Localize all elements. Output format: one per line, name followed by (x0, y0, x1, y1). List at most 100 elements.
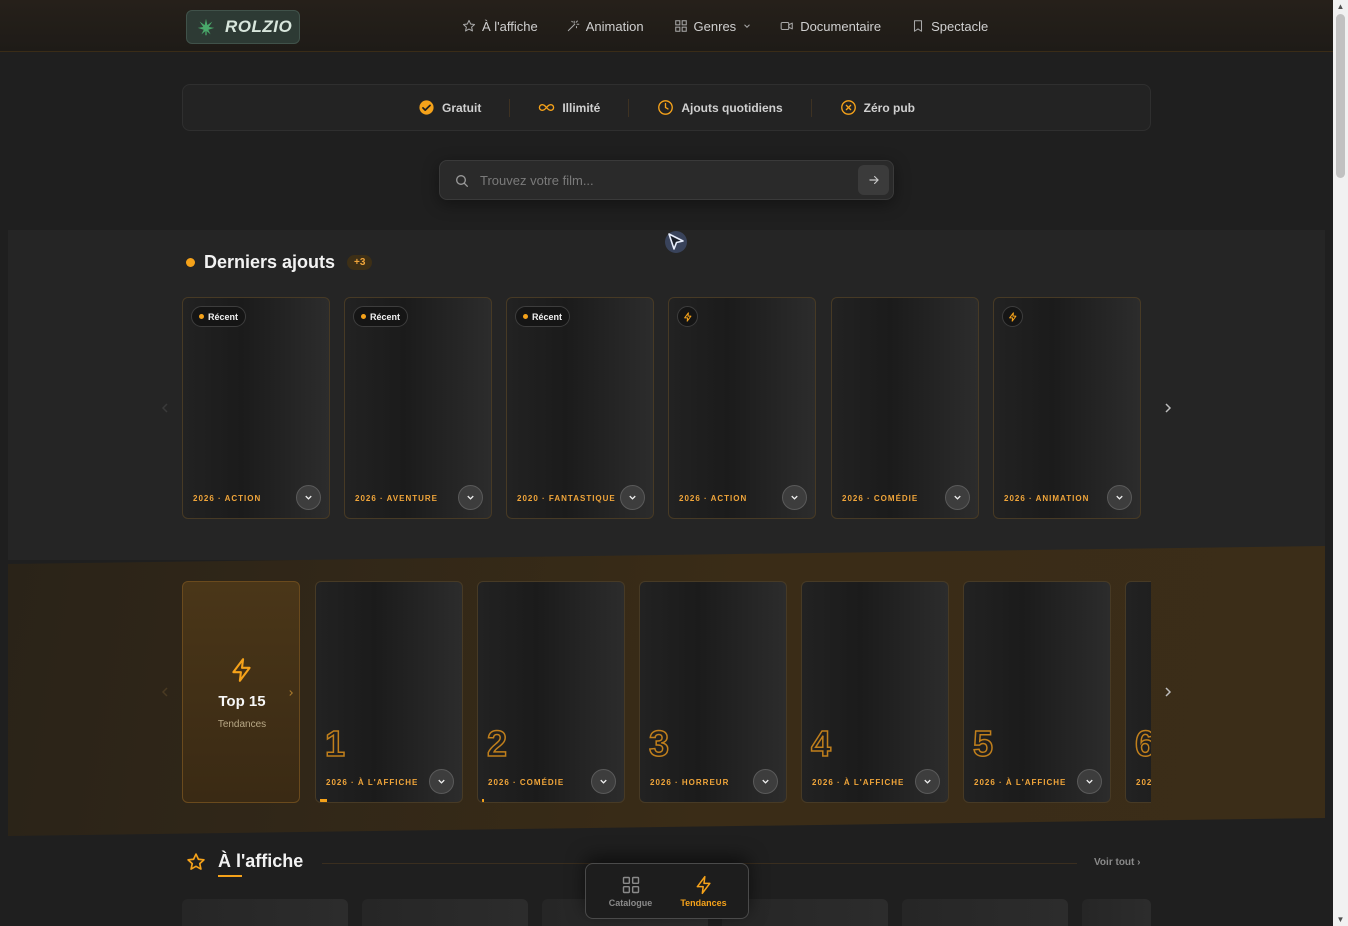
nav-label: À l'affiche (482, 18, 538, 34)
carousel-prev-icon[interactable] (157, 400, 173, 416)
bookmark-icon (914, 20, 923, 32)
movie-card[interactable] (1082, 899, 1151, 926)
nav-item-spectacle[interactable]: Spectacle (911, 0, 988, 52)
watch-progress-bar (482, 799, 484, 802)
feature-label: Zéro pub (863, 100, 915, 115)
scrollbar[interactable]: ▲ ▼ (1333, 0, 1348, 926)
scroll-down-icon[interactable]: ▼ (1336, 915, 1345, 924)
card-meta: 2026 · ANIMATION (1004, 494, 1090, 503)
dock-label: Tendances (680, 897, 727, 908)
feature-zero-pub: Zéro pub (812, 99, 943, 116)
dock-label: Catalogue (608, 897, 653, 908)
card-meta: 2026 · AVENTURE (355, 494, 439, 503)
nav-item-a-laffiche[interactable]: À l'affiche (462, 0, 538, 52)
expand-button[interactable] (429, 769, 454, 794)
feature-illimite: Illimité (510, 99, 628, 116)
scroll-up-icon[interactable]: ▲ (1336, 2, 1345, 11)
trending-card[interactable]: 1 2026 · À L'AFFICHE (315, 581, 463, 803)
dock-item-catalogue[interactable]: Catalogue (596, 875, 666, 908)
trending-card[interactable]: 3 2026 · HORREUR (639, 581, 787, 803)
rank-number: 2 (486, 723, 508, 764)
movie-card[interactable] (182, 899, 348, 926)
brand-name: ROLZIO (225, 17, 293, 36)
chevron-down-icon (762, 779, 769, 784)
carousel-prev-icon[interactable] (157, 684, 173, 700)
bolt-icon (1008, 311, 1016, 322)
see-all-link[interactable]: Voir tout › (1094, 857, 1140, 868)
trending-row: 1 2026 · À L'AFFICHE 2 2026 · COMÉDIE 3 … (182, 560, 1151, 820)
recent-badge: Récent (353, 306, 409, 327)
nav-item-documentaire[interactable]: Documentaire (780, 0, 881, 52)
features-bar: Gratuit Illimité Ajouts quotidiens Zéro … (182, 84, 1151, 131)
expand-button[interactable] (591, 769, 616, 794)
top-bar: ROLZIO À l'affiche Animation Genres Docu… (0, 0, 1333, 52)
clock-icon (658, 100, 674, 115)
search-submit-button[interactable] (858, 165, 889, 195)
chevron-down-icon (438, 779, 445, 784)
bolt-icon (696, 875, 711, 894)
nav-label: Animation (585, 18, 644, 34)
dock-item-tendances[interactable]: Tendances (669, 875, 739, 908)
carousel-next-icon[interactable] (1160, 684, 1176, 700)
expand-button[interactable] (915, 769, 940, 794)
expand-button[interactable] (753, 769, 778, 794)
chevron-down-icon (924, 779, 931, 784)
section-title: Derniers ajouts (204, 252, 336, 272)
trending-card[interactable]: 4 2026 · À L'AFFICHE (801, 581, 949, 803)
chevron-down-icon (1116, 495, 1123, 500)
search-input[interactable] (480, 161, 850, 199)
movie-card[interactable]: Récent 2020 · FANTASTIQUE (506, 297, 654, 519)
movie-card[interactable]: Récent 2026 · ACTION (182, 297, 330, 519)
status-dot (186, 258, 195, 267)
badge-label: Récent (532, 311, 563, 322)
title-underline (218, 875, 242, 877)
trending-flash-badge (677, 306, 698, 327)
trending-card[interactable]: 5 2026 · À L'AFFICHE (963, 581, 1111, 803)
chevron-down-icon (305, 495, 312, 500)
expand-button[interactable] (1077, 769, 1102, 794)
video-camera-icon (780, 21, 793, 31)
expand-button[interactable] (458, 485, 483, 510)
expand-button[interactable] (620, 485, 645, 510)
movie-card[interactable] (902, 899, 1068, 926)
card-meta: 2026 · COMÉDIE (842, 494, 919, 503)
rank-number: 3 (648, 723, 670, 764)
badge-label: Récent (208, 311, 239, 322)
nav-label: Spectacle (931, 18, 989, 34)
card-meta: 2026 · COMÉDIE (488, 778, 565, 787)
card-meta: 2026 · À L'AFFICHE (974, 778, 1067, 787)
expand-button[interactable] (1107, 485, 1132, 510)
search-icon (456, 175, 468, 187)
movie-card[interactable]: 2026 · COMÉDIE (831, 297, 979, 519)
chevron-down-icon (744, 24, 751, 28)
chevron-down-icon (600, 779, 607, 784)
infinity-icon (539, 103, 555, 112)
carousel-next-icon[interactable] (1160, 400, 1176, 416)
card-meta: 2026 · ACTION (193, 494, 262, 503)
section-title: À l'affiche (218, 851, 304, 871)
search-box (439, 160, 894, 200)
movie-card[interactable]: 2026 · ACTION (668, 297, 816, 519)
trending-card[interactable]: 2 2026 · COMÉDIE (477, 581, 625, 803)
expand-button[interactable] (782, 485, 807, 510)
chevron-down-icon (954, 495, 961, 500)
recent-badge: Récent (191, 306, 247, 327)
expand-button[interactable] (296, 485, 321, 510)
rank-number: 5 (972, 723, 994, 764)
movie-card[interactable]: 2026 · ANIMATION (993, 297, 1141, 519)
star-icon (187, 852, 205, 870)
movie-card[interactable] (362, 899, 528, 926)
main-nav: À l'affiche Animation Genres Documentair… (462, 0, 988, 52)
scroll-thumb[interactable] (1336, 14, 1345, 178)
expand-button[interactable] (945, 485, 970, 510)
rank-number: 4 (810, 723, 832, 764)
count-badge: +3 (347, 255, 373, 270)
star-icon (462, 19, 476, 32)
trending-card[interactable]: 6 202 (1125, 581, 1151, 803)
nav-item-genres[interactable]: Genres (674, 0, 753, 52)
chevron-down-icon (791, 495, 798, 500)
movie-card[interactable]: Récent 2026 · AVENTURE (344, 297, 492, 519)
logo[interactable]: ROLZIO (186, 10, 300, 44)
card-meta: 202 (1136, 778, 1151, 787)
nav-item-animation[interactable]: Animation (566, 0, 644, 52)
